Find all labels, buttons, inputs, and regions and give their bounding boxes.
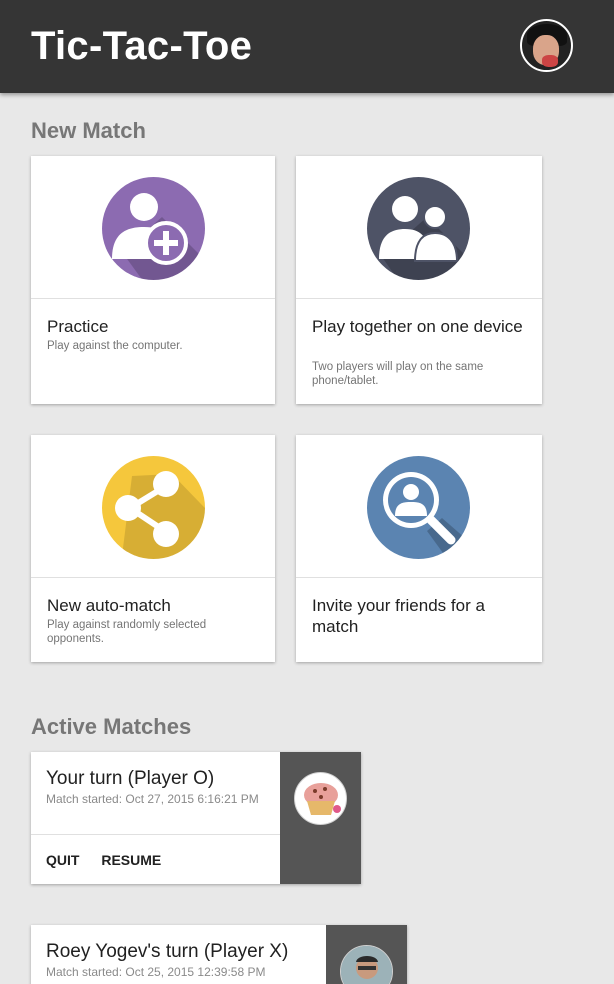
muffin-avatar bbox=[294, 772, 347, 825]
auto-match-card[interactable]: New auto-match Play against randomly sel… bbox=[31, 435, 275, 662]
person-avatar bbox=[340, 945, 393, 984]
app-bar: Tic-Tac-Toe bbox=[0, 0, 614, 93]
match-actions: QUIT RESUME bbox=[46, 852, 179, 868]
divider bbox=[31, 834, 280, 835]
match-turn-title: Roey Yogev's turn (Player X) bbox=[46, 941, 289, 962]
new-match-heading: New Match bbox=[31, 118, 146, 143]
play-together-card[interactable]: Play together on one device Two players … bbox=[296, 156, 542, 404]
add-user-icon bbox=[102, 177, 205, 280]
match-start-time: Match started: Oct 25, 2015 12:39:58 PM bbox=[46, 965, 266, 979]
auto-match-label: New auto-match bbox=[47, 596, 171, 615]
auto-match-description: Play against randomly selected opponents… bbox=[47, 619, 207, 645]
opponent-panel bbox=[326, 925, 407, 984]
practice-description: Play against the computer. bbox=[47, 340, 183, 352]
two-users-icon bbox=[367, 177, 470, 280]
resume-button[interactable]: RESUME bbox=[101, 852, 161, 868]
active-match-card[interactable]: Your turn (Player O) Match started: Oct … bbox=[31, 752, 361, 884]
invite-friends-card[interactable]: Invite your friends for a match bbox=[296, 435, 542, 662]
play-together-label: Play together on one device bbox=[312, 317, 523, 336]
quit-button[interactable]: QUIT bbox=[46, 852, 79, 868]
practice-label: Practice bbox=[47, 317, 109, 336]
match-turn-title: Your turn (Player O) bbox=[46, 768, 215, 789]
app-title: Tic-Tac-Toe bbox=[31, 24, 253, 68]
play-together-description: Two players will play on the same phone/… bbox=[312, 361, 484, 387]
practice-card[interactable]: Practice Play against the computer. bbox=[31, 156, 275, 404]
invite-friends-label: Invite your friends for a match bbox=[312, 596, 485, 636]
match-start-time: Match started: Oct 27, 2015 6:16:21 PM bbox=[46, 792, 259, 806]
search-user-icon bbox=[367, 456, 470, 559]
opponent-panel bbox=[280, 752, 361, 884]
active-match-card[interactable]: Roey Yogev's turn (Player X) Match start… bbox=[31, 925, 407, 984]
active-matches-heading: Active Matches bbox=[31, 714, 192, 739]
profile-avatar[interactable] bbox=[520, 19, 573, 72]
share-icon bbox=[102, 456, 205, 559]
